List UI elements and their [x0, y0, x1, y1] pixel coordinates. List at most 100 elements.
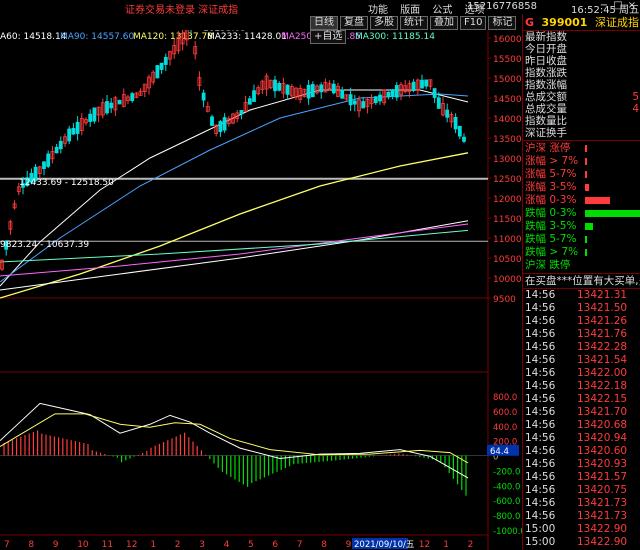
macd-tick-label: -600.0 [493, 497, 520, 507]
title-bar: 证券交易未登录 深证成指 功能 版面 公式 选项 15216776858 16:… [0, 0, 640, 16]
close-icon[interactable]: × [625, 0, 639, 12]
candle-body [394, 85, 399, 98]
high-label: 16293.09 [203, 30, 246, 33]
candle-body [67, 128, 72, 142]
macd-tick-label: -400.0 [493, 482, 520, 492]
x-tick-label: 6 [272, 540, 278, 550]
tab-daily[interactable]: 日线 [310, 16, 338, 30]
trade-price: 13421.76 [577, 328, 628, 340]
trade-time: 14:56 [525, 393, 556, 405]
tab-multi[interactable]: 多股 [370, 16, 398, 30]
trade-price: 13421.73 [577, 510, 628, 522]
x-tick-label: 12 [126, 540, 137, 550]
menu-layout[interactable]: 版面 [400, 5, 420, 16]
candle-body [159, 62, 164, 70]
candle-body [163, 56, 168, 65]
trade-time: 14:56 [525, 406, 556, 418]
candle-body [432, 88, 437, 98]
range-label-lower: 9823.24 - 10637.39 [0, 240, 89, 250]
distribution-bar [585, 197, 611, 204]
stat-row: 指数涨跌 [523, 67, 640, 79]
macd-tick-label: -200.0 [493, 467, 520, 477]
candle-body [348, 94, 353, 106]
trade-row: 14:56 13420.75 [523, 484, 640, 497]
price-tick-label: 13500 [493, 135, 522, 145]
candlestick-chart[interactable]: 16000 15500 15000 14500 14000 13500 13000 12500… [0, 30, 522, 550]
candle-body [75, 121, 80, 134]
stat-label: 深证换手 [525, 127, 567, 139]
x-tick-label: 3 [199, 540, 205, 550]
candle-body [373, 96, 378, 103]
macd-line [0, 402, 469, 479]
trade-row: 14:56 13421.50 [523, 302, 640, 315]
trade-row: 14:56 13420.68 [523, 419, 640, 432]
x-tick-label: 1 [443, 540, 449, 550]
trade-price: 13421.54 [577, 354, 628, 366]
range-label-upper: 12433.69 - 12518.50 [19, 178, 114, 188]
trade-time: 14:56 [525, 341, 556, 353]
index-code: 399001 [541, 16, 588, 29]
candle-body [42, 161, 46, 170]
price-tick-label: 10500 [493, 255, 522, 265]
candle-body [453, 117, 458, 130]
x-tick-label: 2 [468, 540, 474, 550]
distribution-row: 跌幅 3-5% [523, 220, 640, 233]
trade-row: 14:56 13420.93 [523, 458, 640, 471]
macd-tick-label: -800.0 [493, 512, 520, 522]
stat-label: 指数涨跌 [525, 67, 567, 79]
price-tick-label: 13000 [493, 155, 522, 165]
tab-overlay[interactable]: 叠加 [430, 16, 458, 30]
x-tick-label: 2 [175, 540, 181, 550]
candle-body [117, 99, 122, 105]
login-notice[interactable]: 证券交易未登录 深证成指 [125, 1, 238, 16]
trade-row: 14:56 13421.73 [523, 497, 640, 510]
candle-body [457, 125, 462, 137]
candle-body [71, 128, 76, 135]
distribution-label: 涨幅 0-3% [525, 194, 577, 206]
price-tick-label: 16000 [493, 35, 522, 45]
trade-time: 14:56 [525, 315, 556, 327]
stat-row: 总成交量 4 [523, 103, 640, 115]
trade-row: 15:00 13422.90 [523, 536, 640, 549]
tab-replay[interactable]: 复盘 [340, 16, 368, 30]
trade-time: 14:56 [525, 289, 556, 301]
menu-function[interactable]: 功能 [368, 5, 388, 16]
distribution-row: 沪深 跌停 [523, 259, 640, 272]
trade-row: 14:56 13422.28 [523, 341, 640, 354]
candle-body [58, 140, 63, 150]
x-tick-label: 1 [150, 540, 156, 550]
distribution-bar [585, 158, 587, 165]
maximize-icon[interactable]: □ [611, 0, 625, 12]
x-tick-label: 9 [346, 540, 352, 550]
x-tick-label: 8 [321, 540, 327, 550]
distribution-label: 涨幅 5-7% [525, 168, 577, 180]
trade-time: 14:56 [525, 367, 556, 379]
trade-row: 15:00 13422.90 [523, 523, 640, 536]
macd-value: 64.4 [490, 447, 509, 457]
tab-f10[interactable]: F10 [460, 16, 487, 30]
trade-list[interactable]: 14:56 13421.31 14:56 13421.50 14:56 13421.26 1… [523, 289, 640, 549]
stat-row: 深证换手 [523, 127, 640, 139]
distribution-label: 涨幅 > 7% [525, 155, 579, 167]
minimize-icon[interactable]: − [597, 0, 611, 12]
trade-price: 13422.18 [577, 380, 628, 392]
price-tick-label: 11500 [493, 215, 522, 225]
trade-price: 13421.26 [577, 315, 628, 327]
price-tick-label: 15500 [493, 55, 522, 65]
candle-body [462, 136, 466, 142]
trade-time: 14:56 [525, 484, 556, 496]
distribution-bar [585, 249, 587, 256]
distribution-row: 跌幅 5-7% [523, 233, 640, 246]
trade-time: 14:56 [525, 328, 556, 340]
trade-row: 14:56 13420.60 [523, 445, 640, 458]
g-badge: G [525, 16, 535, 29]
trade-price: 13421.31 [577, 289, 628, 301]
menu-formula[interactable]: 公式 [432, 5, 452, 16]
candle-body [252, 90, 256, 102]
price-tick-label: 10000 [493, 275, 522, 285]
tab-mark[interactable]: 标记 [488, 16, 517, 30]
tab-stats[interactable]: 统计 [400, 16, 428, 30]
trade-time: 14:56 [525, 302, 556, 314]
trade-price: 13422.00 [577, 367, 628, 379]
trade-row: 14:56 13422.15 [523, 393, 640, 406]
